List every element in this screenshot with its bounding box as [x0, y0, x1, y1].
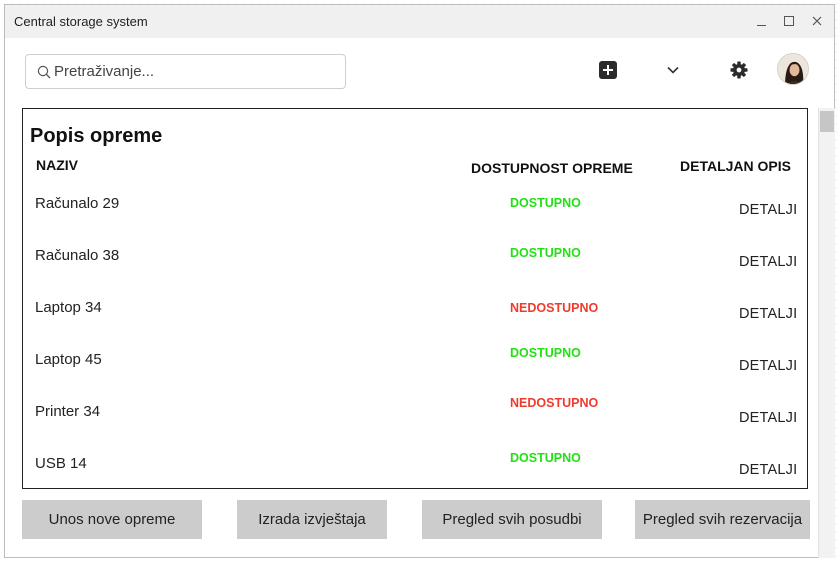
- status-badge: DOSTUPNO: [510, 451, 581, 465]
- column-header-dostupnost: DOSTUPNOST OPREME: [471, 160, 633, 176]
- maximize-icon: [784, 16, 794, 26]
- maximize-button[interactable]: [778, 11, 800, 31]
- close-icon: [812, 16, 822, 26]
- gear-icon[interactable]: [729, 60, 749, 80]
- status-badge: DOSTUPNO: [510, 346, 581, 360]
- search-box[interactable]: [25, 54, 346, 89]
- close-button[interactable]: [806, 11, 828, 31]
- equipment-name: Računalo 38: [35, 247, 120, 264]
- search-icon: [37, 65, 51, 79]
- user-photo-icon: [778, 54, 808, 84]
- equipment-name: Printer 34: [35, 403, 101, 420]
- column-header-naziv: NAZIV: [36, 157, 78, 173]
- column-header-opis: DETALJAN OPIS: [680, 158, 791, 174]
- details-link[interactable]: DETALJI: [739, 202, 797, 218]
- details-link[interactable]: DETALJI: [739, 358, 797, 374]
- status-badge: NEDOSTUPNO: [510, 301, 599, 315]
- equipment-name: Laptop 34: [35, 299, 102, 316]
- status-badge: DOSTUPNO: [510, 246, 581, 260]
- equipment-name: USB 14: [35, 455, 87, 472]
- chevron-down-icon[interactable]: [665, 63, 681, 77]
- equipment-name: Laptop 45: [35, 351, 102, 368]
- details-link[interactable]: DETALJI: [739, 306, 797, 322]
- all-reservations-button[interactable]: Pregled svih rezervacija: [635, 500, 810, 539]
- panel-title: Popis opreme: [30, 125, 163, 147]
- new-equipment-button[interactable]: Unos nove opreme: [22, 500, 202, 539]
- details-link[interactable]: DETALJI: [739, 254, 797, 270]
- equipment-name: Računalo 29: [35, 195, 120, 212]
- all-loans-button[interactable]: Pregled svih posudbi: [422, 500, 602, 539]
- minimize-button[interactable]: [750, 11, 772, 31]
- search-input[interactable]: [54, 55, 339, 88]
- status-badge: NEDOSTUPNO: [510, 396, 599, 410]
- app-window: Central storage system Pretraživanje... …: [4, 4, 835, 558]
- title-bar: Central storage system: [5, 5, 834, 38]
- details-link[interactable]: DETALJI: [739, 462, 797, 478]
- vertical-scrollbar[interactable]: [818, 108, 835, 558]
- create-report-button[interactable]: Izrada izvještaja: [237, 500, 387, 539]
- add-icon[interactable]: [599, 61, 617, 79]
- minimize-icon: [756, 24, 766, 26]
- equipment-panel: Popis opreme NAZIV DOSTUPNOST OPREME DET…: [22, 108, 808, 489]
- avatar[interactable]: [777, 53, 809, 85]
- status-badge: DOSTUPNO: [510, 196, 581, 210]
- details-link[interactable]: DETALJI: [739, 410, 797, 426]
- scrollbar-thumb[interactable]: [820, 111, 834, 132]
- window-title: Central storage system: [14, 14, 148, 29]
